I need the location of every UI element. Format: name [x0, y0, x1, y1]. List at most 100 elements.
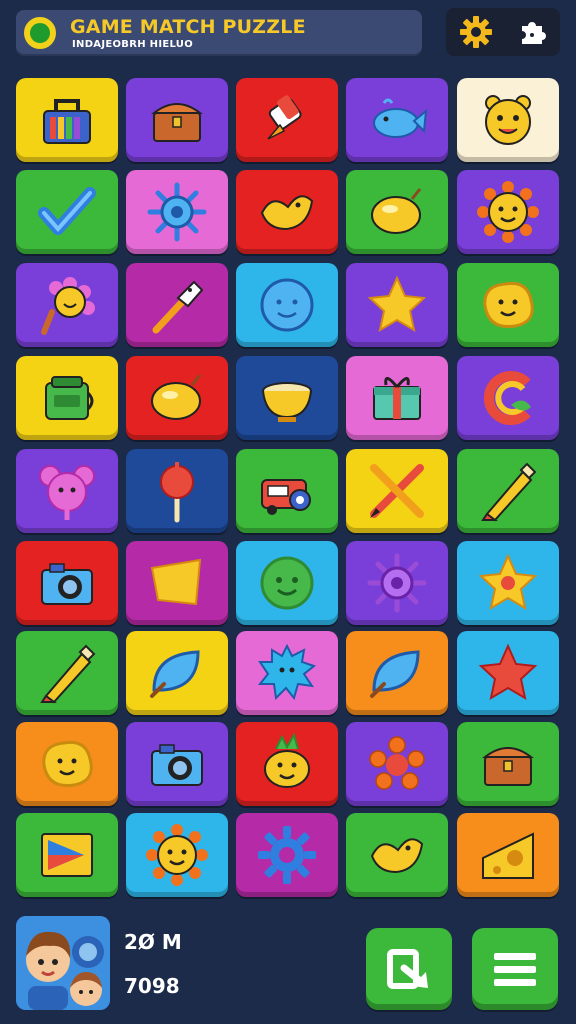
tile-lemon[interactable]: [346, 170, 448, 254]
tile-green-smile[interactable]: [236, 541, 338, 625]
yellow-bird-icon: [370, 838, 424, 874]
whale-icon: [373, 98, 428, 138]
blue-sun-icon: [147, 182, 207, 242]
puzzle-piece-icon[interactable]: [512, 14, 552, 50]
tile-rocket[interactable]: [236, 78, 338, 162]
camera-icon: [41, 563, 93, 605]
bowl-icon: [262, 382, 312, 422]
blue-gear-icon: [258, 826, 316, 884]
tile-flower-star[interactable]: [457, 541, 559, 625]
score-bottom: 7098: [124, 974, 180, 998]
orange-flower-icon: [369, 736, 425, 790]
tile-yellow-flag[interactable]: [126, 541, 228, 625]
ice-cream-icon: [41, 277, 95, 335]
tile-ice-cream[interactable]: [16, 263, 118, 347]
lollipop-icon: [160, 462, 194, 523]
tile-purple-sun[interactable]: [346, 541, 448, 625]
lemon-icon: [151, 374, 202, 420]
tile-rainbow-c[interactable]: [457, 356, 559, 440]
share-button[interactable]: [366, 928, 452, 1010]
sun-face-icon: [477, 181, 539, 243]
backpack-icon: [45, 376, 94, 420]
tile-lollipop[interactable]: [126, 449, 228, 533]
lemon-icon: [371, 188, 422, 234]
lunchbox-icon: [43, 99, 91, 144]
tile-camera[interactable]: [16, 541, 118, 625]
blue-face-icon: [260, 278, 314, 332]
gear-icon[interactable]: [456, 14, 496, 50]
star-icon: [367, 275, 427, 333]
tile-star[interactable]: [346, 263, 448, 347]
hamburger-menu-icon: [494, 953, 536, 986]
tile-blue-face[interactable]: [236, 263, 338, 347]
green-smile-icon: [260, 556, 314, 610]
flower-star-icon: [478, 553, 538, 611]
tile-treasure-chest[interactable]: [126, 78, 228, 162]
tile-yellow-bird[interactable]: [346, 813, 448, 897]
tile-pineapple-face[interactable]: [236, 722, 338, 806]
tile-gift-box[interactable]: [346, 356, 448, 440]
blue-leaf-icon: [370, 650, 420, 698]
mouse-face-icon: [39, 465, 95, 520]
pineapple-face-icon: [264, 732, 310, 788]
tile-blue-sun[interactable]: [126, 170, 228, 254]
tile-lemon[interactable]: [126, 356, 228, 440]
cookie-face-icon: [483, 281, 534, 329]
score-top: 2Ø M: [124, 930, 182, 954]
export-arrow-icon: [387, 949, 428, 989]
cookie-face-icon: [42, 740, 93, 788]
check-mark-icon: [38, 187, 96, 235]
tile-blue-gear[interactable]: [236, 813, 338, 897]
tile-splat-face[interactable]: [236, 631, 338, 715]
tile-bowl[interactable]: [236, 356, 338, 440]
ring-logo-icon: [24, 17, 56, 49]
tile-blue-leaf[interactable]: [346, 631, 448, 715]
treasure-chest-icon: [151, 103, 203, 142]
cheese-icon: [482, 832, 534, 879]
tile-backpack[interactable]: [16, 356, 118, 440]
yellow-bird-icon: [260, 195, 314, 231]
tile-sun-face[interactable]: [457, 170, 559, 254]
rainbow-c-icon: [483, 371, 531, 425]
camera-truck-icon: [261, 479, 311, 515]
rocket-icon: [267, 95, 302, 140]
tile-paintbrush[interactable]: [126, 263, 228, 347]
tile-red-star[interactable]: [457, 631, 559, 715]
tile-treasure-chest[interactable]: [457, 722, 559, 806]
tile-pencil[interactable]: [457, 449, 559, 533]
tile-mouse-face[interactable]: [16, 449, 118, 533]
red-star-icon: [478, 643, 538, 701]
kids-avatar-icon[interactable]: [16, 916, 110, 1010]
tile-sun-face[interactable]: [126, 813, 228, 897]
pencil-icon: [40, 644, 96, 704]
tile-play-triangle[interactable]: [16, 813, 118, 897]
paintbrush-icon: [152, 280, 204, 334]
blue-leaf-icon: [150, 650, 200, 698]
crossed-pencils-icon: [370, 464, 424, 518]
tile-cheese[interactable]: [457, 813, 559, 897]
sun-face-icon: [146, 824, 208, 886]
tile-camera[interactable]: [126, 722, 228, 806]
tile-bear-face[interactable]: [457, 78, 559, 162]
title-banner: GAME MATCH PUZZLE INDAJEOBRH HIELUO: [16, 10, 422, 56]
tile-pencil[interactable]: [16, 631, 118, 715]
tile-cookie-face[interactable]: [457, 263, 559, 347]
tile-blue-leaf[interactable]: [126, 631, 228, 715]
treasure-chest-icon: [482, 747, 534, 786]
header-buttons: [446, 8, 560, 56]
camera-icon: [151, 744, 203, 786]
tile-camera-truck[interactable]: [236, 449, 338, 533]
pencil-icon: [481, 462, 537, 522]
game-subtitle: INDAJEOBRH HIELUO: [72, 39, 194, 50]
tile-whale[interactable]: [346, 78, 448, 162]
tile-lunchbox[interactable]: [16, 78, 118, 162]
menu-button[interactable]: [472, 928, 558, 1010]
tile-cookie-face[interactable]: [16, 722, 118, 806]
bear-face-icon: [485, 95, 531, 145]
tile-yellow-bird[interactable]: [236, 170, 338, 254]
tile-crossed-pencils[interactable]: [346, 449, 448, 533]
tile-check-mark[interactable]: [16, 170, 118, 254]
play-triangle-icon: [41, 833, 93, 877]
tile-orange-flower[interactable]: [346, 722, 448, 806]
splat-face-icon: [257, 643, 317, 701]
